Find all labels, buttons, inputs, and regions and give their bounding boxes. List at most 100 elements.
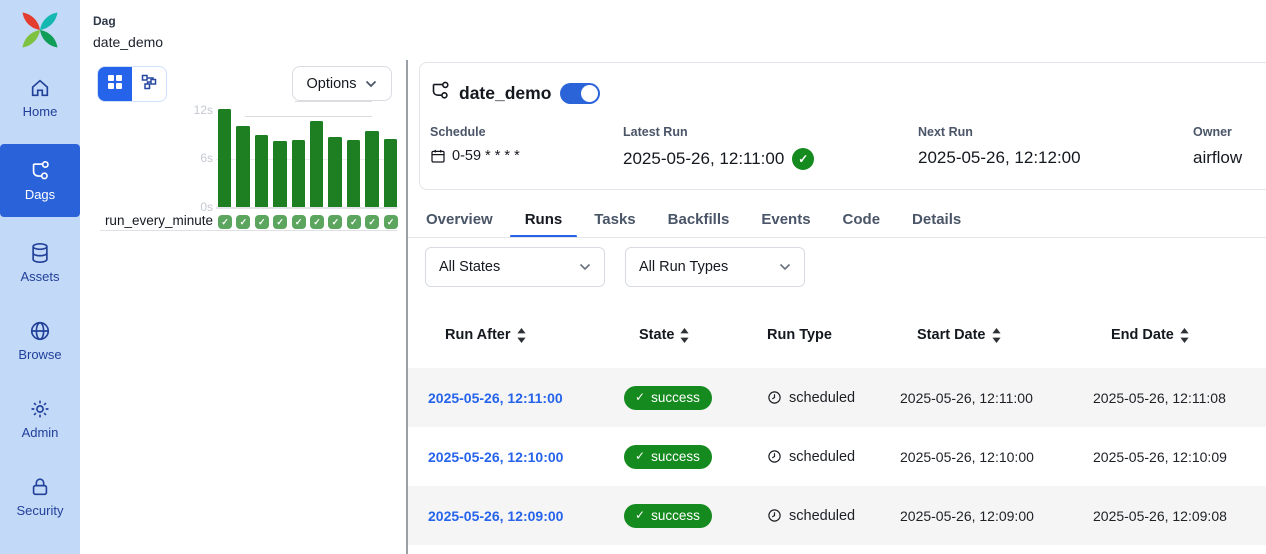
run-after-link[interactable]: 2025-05-26, 12:11:00 <box>428 390 563 406</box>
sidebar-item-browse[interactable]: Browse <box>0 309 80 373</box>
task-instance-success[interactable]: ✓ <box>384 215 398 229</box>
tab-tasks[interactable]: Tasks <box>579 202 650 237</box>
graph-view-button[interactable] <box>132 67 166 101</box>
sort-icon[interactable] <box>517 328 526 343</box>
end-date-value: 2025-05-26, 12:11:08 <box>1093 390 1226 406</box>
cell-end-date: 2025-05-26, 12:09:08 <box>1093 508 1266 524</box>
dag-run-bar[interactable] <box>218 109 231 207</box>
table-row[interactable]: 2025-05-26, 12:11:00✓successscheduled202… <box>408 368 1266 427</box>
toggle-knob <box>581 85 598 102</box>
stat-latest-run: Latest Run2025-05-26, 12:11:00✓ <box>623 125 814 170</box>
dag-run-bar[interactable] <box>236 126 249 207</box>
sidebar-item-security[interactable]: Security <box>0 465 80 529</box>
stat-label: Owner <box>1193 125 1242 139</box>
dag-pause-toggle[interactable] <box>560 83 600 104</box>
clock-icon <box>767 390 782 405</box>
tab-details[interactable]: Details <box>897 202 976 237</box>
state-filter-select[interactable]: All States <box>425 247 605 287</box>
airflow-logo-icon[interactable] <box>18 8 62 52</box>
stat-label: Schedule <box>430 125 520 139</box>
dag-run-bar[interactable] <box>273 141 286 207</box>
dag-run-bar[interactable] <box>310 121 323 207</box>
table-row[interactable]: 2025-05-26, 12:09:00 ✓success scheduled 202… <box>408 486 1266 545</box>
chevron-down-icon <box>779 263 791 271</box>
start-date-value: 2025-05-26, 12:10:00 <box>900 449 1034 465</box>
options-button[interactable]: Options <box>292 66 392 101</box>
sidebar-item-home[interactable]: Home <box>0 66 80 130</box>
check-icon: ✓ <box>635 449 645 463</box>
end-date-value: 2025-05-26, 12:09:08 <box>1093 508 1227 524</box>
tab-overview[interactable]: Overview <box>411 202 508 237</box>
column-header-label: Run Type <box>767 327 832 343</box>
cell-run-type: scheduled <box>767 390 900 406</box>
start-date-value: 2025-05-26, 12:11:00 <box>900 390 1033 406</box>
tab-events[interactable]: Events <box>746 202 825 237</box>
column-header-cell: Start Date <box>900 327 1093 343</box>
state-label: success <box>651 508 700 523</box>
task-instance-success[interactable]: ✓ <box>328 215 342 229</box>
run-type-filter-select[interactable]: All Run Types <box>625 247 805 287</box>
sidebar-item-label: Home <box>23 104 58 119</box>
task-instance-success[interactable]: ✓ <box>236 215 250 229</box>
grid-view-button[interactable] <box>98 67 132 101</box>
table-row[interactable]: 2025-05-26, 12:10:00✓successscheduled202… <box>408 427 1266 486</box>
stat-next-run: Next Run2025-05-26, 12:12:00 <box>918 125 1081 168</box>
dag-run-bar[interactable] <box>384 139 397 207</box>
column-header-cell: Run After <box>408 327 624 343</box>
column-header-run-after[interactable]: Run After <box>445 327 526 343</box>
sidebar: Home Dags Assets Browse Admin Security <box>0 0 80 554</box>
sidebar-item-assets[interactable]: Assets <box>0 231 80 295</box>
task-instance-success[interactable]: ✓ <box>347 215 361 229</box>
dag-run-bar[interactable] <box>365 131 378 207</box>
tab-bar-border <box>408 237 1266 238</box>
calendar-icon <box>430 148 446 164</box>
home-icon <box>29 77 51 99</box>
column-header-start-date[interactable]: Start Date <box>917 327 1001 343</box>
column-header-label: Run After <box>445 327 511 343</box>
dag-run-bar[interactable] <box>255 135 268 207</box>
cell-state: ✓success <box>624 504 767 528</box>
run-after-link[interactable]: 2025-05-26, 12:10:00 <box>428 449 563 465</box>
chevron-down-icon <box>579 263 591 271</box>
task-instance-success[interactable]: ✓ <box>292 215 306 229</box>
tab-backfills[interactable]: Backfills <box>653 202 745 237</box>
cell-end-date: 2025-05-26, 12:10:09 <box>1093 449 1266 465</box>
column-header-end-date[interactable]: End Date <box>1111 327 1189 343</box>
task-row-separator <box>100 230 397 231</box>
dag-icon <box>29 160 51 182</box>
state-badge-success: ✓success <box>624 386 712 410</box>
task-instance-success[interactable]: ✓ <box>273 215 287 229</box>
run-after-link[interactable]: 2025-05-26, 12:09:00 <box>428 508 563 524</box>
globe-icon <box>29 320 51 342</box>
column-header-label: Start Date <box>917 327 986 343</box>
dag-run-bar[interactable] <box>328 137 341 207</box>
cell-state: ✓ success <box>624 445 767 469</box>
dag-run-bar[interactable] <box>347 140 360 207</box>
run-type-label: scheduled <box>789 508 855 524</box>
sort-icon[interactable] <box>680 328 689 343</box>
dag-title: date_demo <box>459 83 551 104</box>
check-icon: ✓ <box>635 390 645 404</box>
sidebar-item-admin[interactable]: Admin <box>0 387 80 451</box>
reference-line <box>245 116 372 118</box>
dag-run-bar[interactable] <box>292 140 305 207</box>
task-name-label: run_every_minute <box>80 213 213 228</box>
task-instance-success[interactable]: ✓ <box>218 215 232 229</box>
sort-icon[interactable] <box>992 328 1001 343</box>
task-instance-success[interactable]: ✓ <box>365 215 379 229</box>
tab-runs[interactable]: Runs <box>510 202 578 237</box>
sidebar-item-dags[interactable]: Dags <box>0 144 80 217</box>
tab-code[interactable]: Code <box>828 202 896 237</box>
task-instance-success[interactable]: ✓ <box>310 215 324 229</box>
chevron-down-icon <box>365 76 377 92</box>
task-instance-success[interactable]: ✓ <box>255 215 269 229</box>
sort-icon[interactable] <box>1180 328 1189 343</box>
column-header-state[interactable]: State <box>639 327 689 343</box>
reference-line <box>295 101 372 103</box>
cell-run-after: 2025-05-26, 12:10:00 <box>408 449 624 465</box>
state-label: success <box>651 449 700 464</box>
column-header-label: End Date <box>1111 327 1174 343</box>
stat-label: Next Run <box>918 125 1081 139</box>
y-axis-tick-label: 12s <box>181 103 213 117</box>
column-header-run-type: Run Type <box>767 327 832 343</box>
